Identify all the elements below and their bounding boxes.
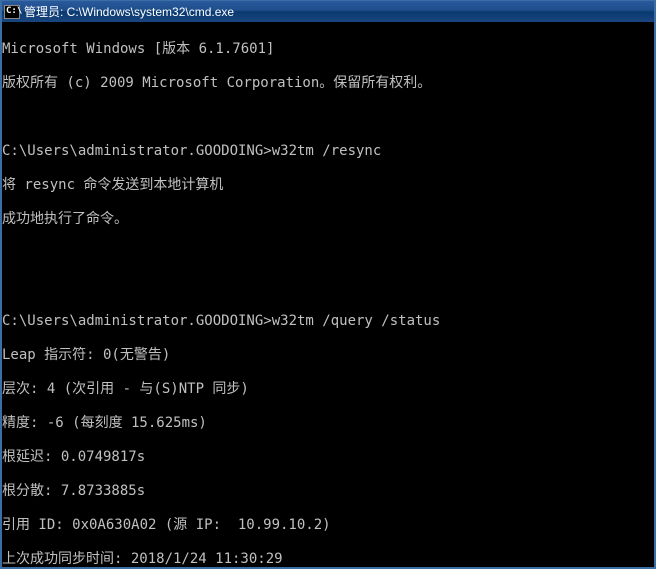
output-line: [2, 245, 654, 262]
cmd-icon: C:\: [4, 5, 20, 19]
output-line: 成功地执行了命令。: [2, 211, 654, 228]
prompt: C:\Users\administrator.GOODOING>: [2, 313, 272, 329]
output-line: 版权所有 (c) 2009 Microsoft Corporation。保留所有…: [2, 75, 654, 92]
command-text: w32tm /query /status: [272, 313, 441, 329]
output-line: [2, 279, 654, 296]
prompt-line: C:\Users\administrator.GOODOING>w32tm /r…: [2, 143, 654, 160]
cmd-window: C:\ 管理员: C:\Windows\system32\cmd.exe Mic…: [0, 0, 656, 569]
command-text: w32tm /resync: [272, 143, 382, 159]
output-line: [2, 109, 654, 126]
output-line: 精度: -6 (每刻度 15.625ms): [2, 415, 654, 432]
terminal-output[interactable]: Microsoft Windows [版本 6.1.7601] 版权所有 (c)…: [2, 22, 654, 567]
output-line: Microsoft Windows [版本 6.1.7601]: [2, 41, 654, 58]
prompt: C:\Users\administrator.GOODOING>: [2, 143, 272, 159]
output-line: 根延迟: 0.0749817s: [2, 449, 654, 466]
output-line: 层次: 4 (次引用 - 与(S)NTP 同步): [2, 381, 654, 398]
titlebar-text: 管理员: C:\Windows\system32\cmd.exe: [24, 3, 234, 20]
output-line: 将 resync 命令发送到本地计算机: [2, 177, 654, 194]
output-line: 引用 ID: 0x0A630A02 (源 IP: 10.99.10.2): [2, 517, 654, 534]
titlebar[interactable]: C:\ 管理员: C:\Windows\system32\cmd.exe: [2, 0, 654, 22]
output-line: 根分散: 7.8733885s: [2, 483, 654, 500]
prompt-line: C:\Users\administrator.GOODOING>w32tm /q…: [2, 313, 654, 330]
output-line: 上次成功同步时间: 2018/1/24 11:30:29: [2, 551, 654, 567]
output-line: Leap 指示符: 0(无警告): [2, 347, 654, 364]
